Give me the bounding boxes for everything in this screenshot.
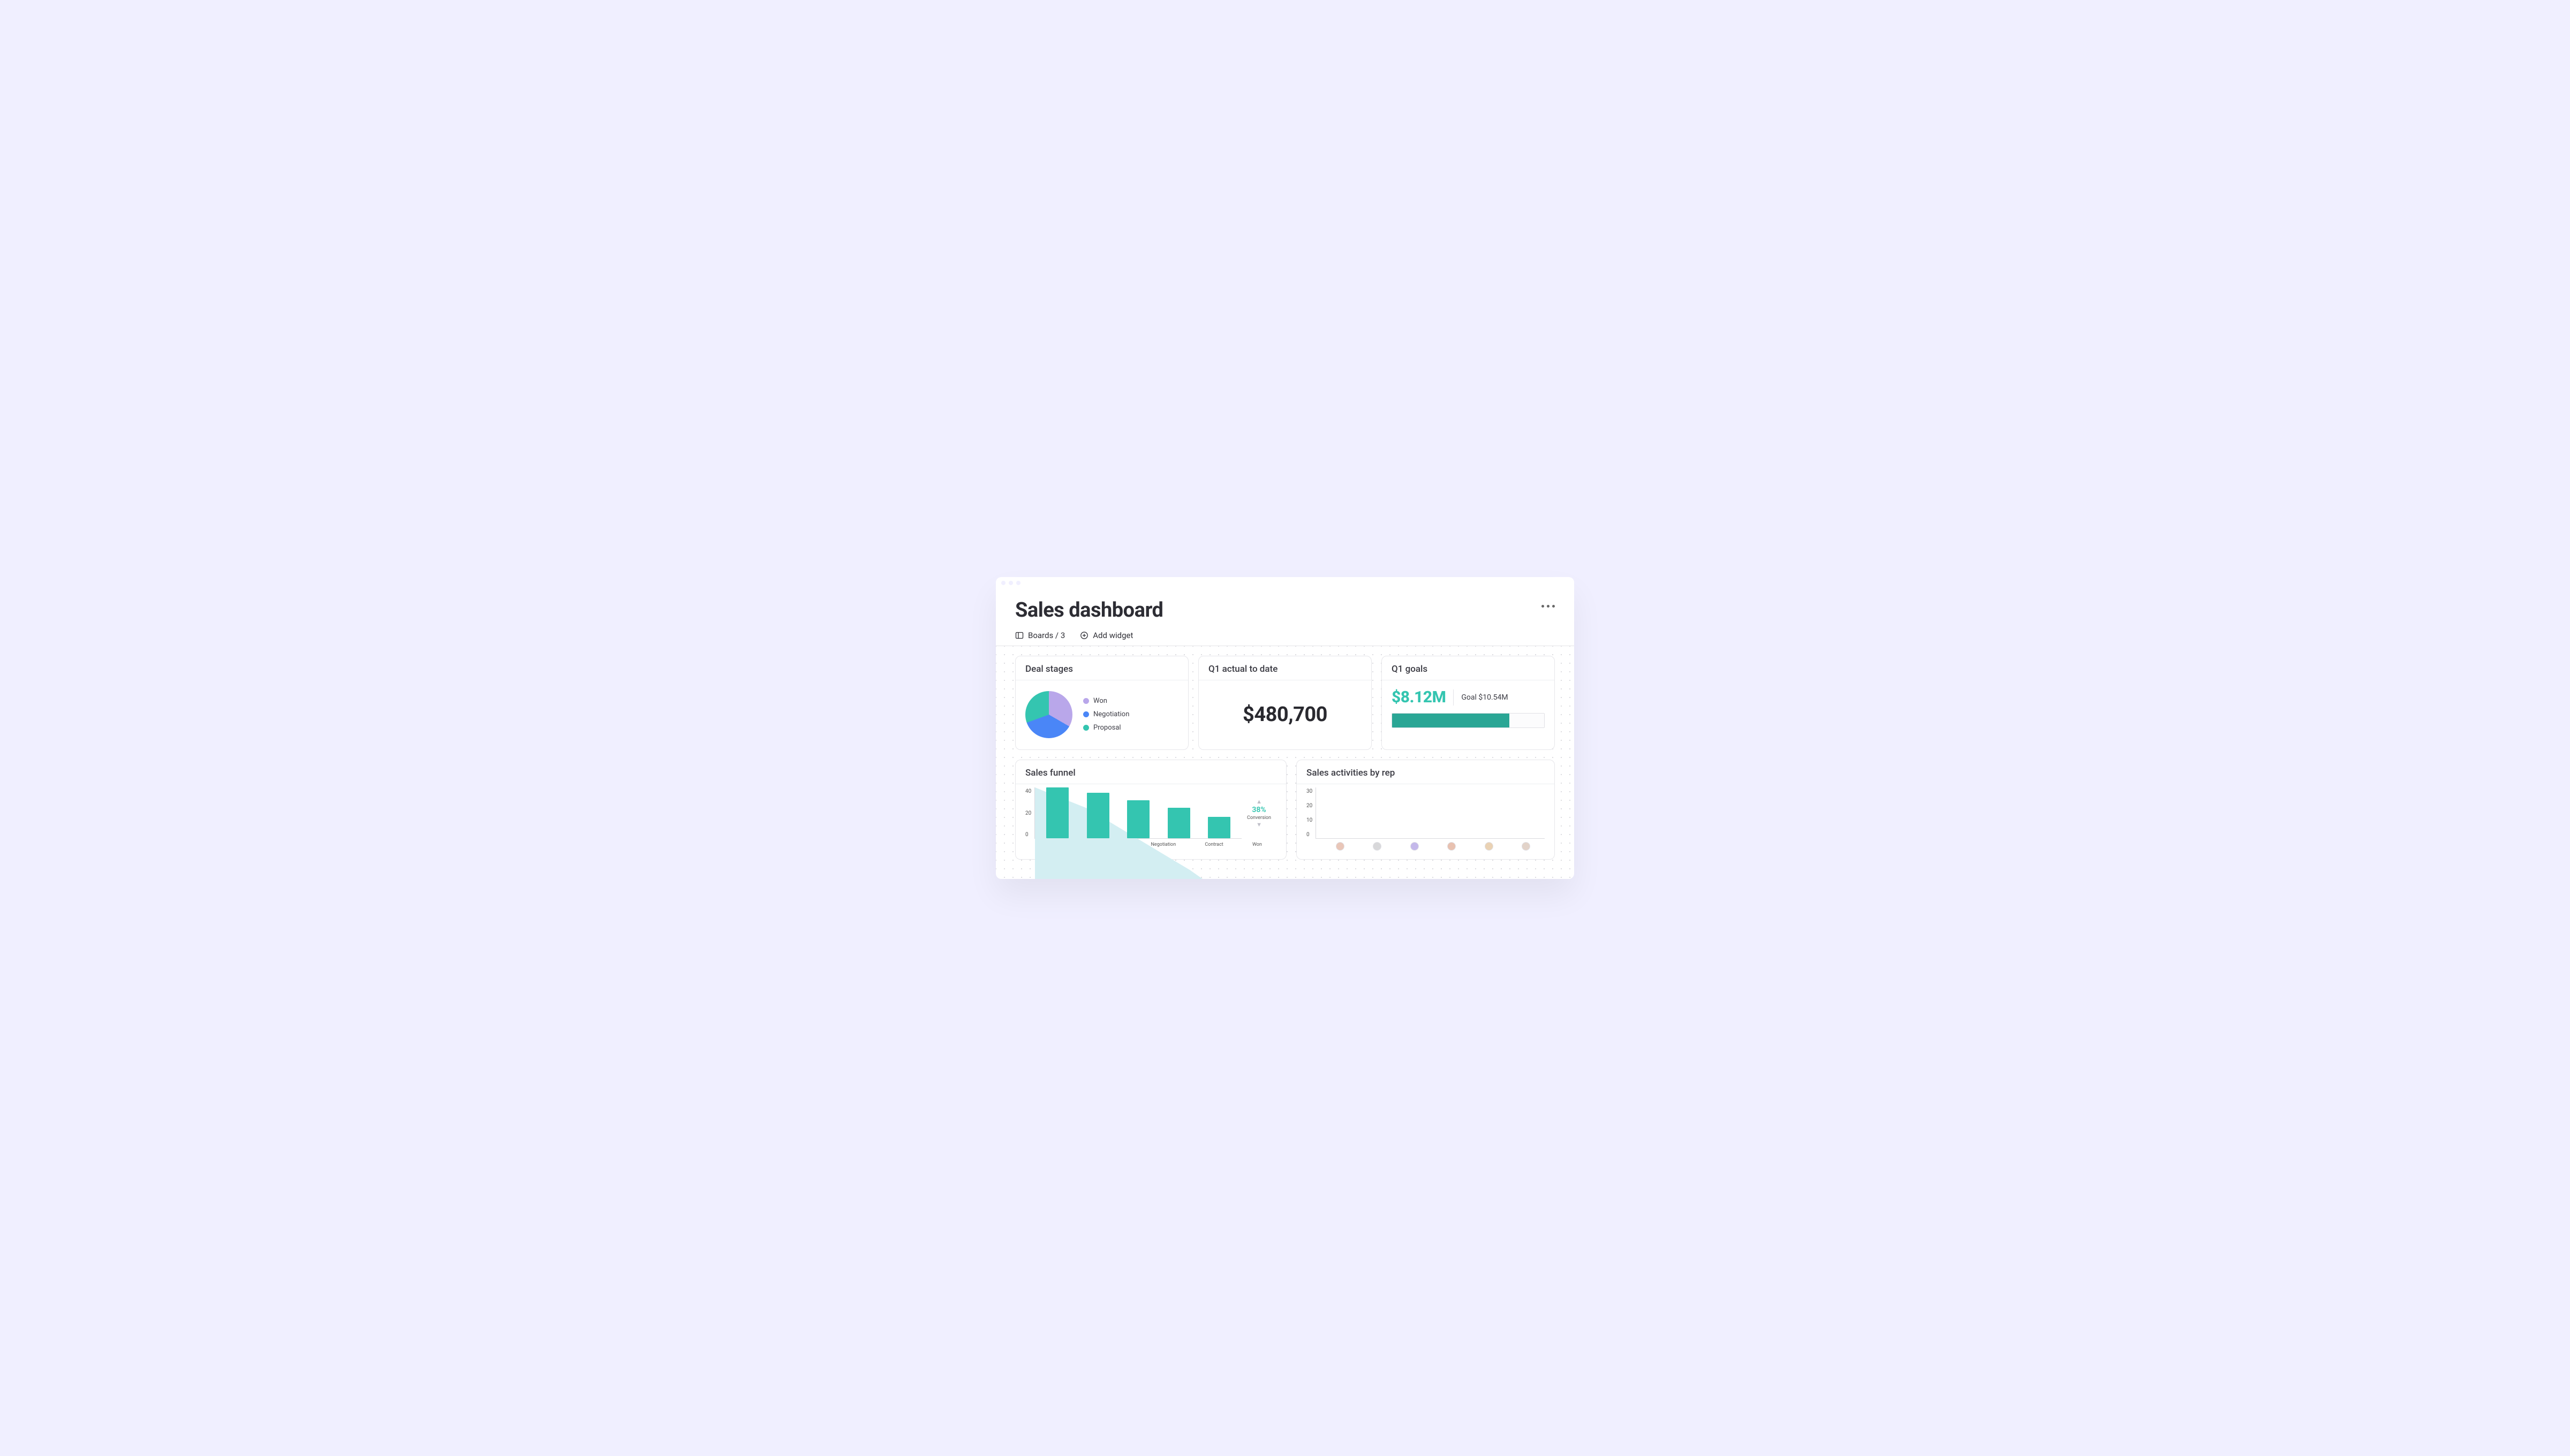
dashboard-canvas: Deal stages Won Negotiation Proposal Q1 …	[996, 646, 1574, 879]
q1-goals-actual: $8.12M	[1392, 688, 1446, 707]
avatar	[1373, 842, 1381, 851]
pie-legend: Won Negotiation Proposal	[1083, 697, 1129, 732]
card-title: Q1 actual to date	[1199, 656, 1371, 680]
card-sales-funnel[interactable]: Sales funnel 40200 ▲	[1015, 760, 1287, 860]
avatar	[1410, 842, 1419, 851]
page-title: Sales dashboard	[1015, 598, 1163, 622]
card-title: Sales activities by rep	[1297, 760, 1554, 784]
boards-button[interactable]: Boards / 3	[1015, 631, 1065, 640]
avatar	[1336, 842, 1344, 851]
conversion-indicator: ▲ 38% Conversion ▼	[1242, 787, 1276, 839]
funnel-bar	[1046, 787, 1069, 838]
arrow-up-icon: ▲	[1247, 799, 1271, 805]
legend-label: Negotiation	[1093, 710, 1129, 718]
deal-stages-pie-chart	[1025, 691, 1072, 738]
swatch-negotiation	[1083, 711, 1089, 717]
card-sales-activities[interactable]: Sales activities by rep 3020100	[1296, 760, 1555, 860]
panel-icon	[1015, 631, 1024, 640]
card-q1-goals[interactable]: Q1 goals $8.12M Goal $10.54M	[1381, 656, 1555, 750]
card-deal-stages[interactable]: Deal stages Won Negotiation Proposal	[1015, 656, 1189, 750]
more-menu-button[interactable]	[1541, 598, 1555, 608]
activities-chart	[1316, 787, 1545, 839]
window-titlebar	[996, 577, 1574, 589]
q1-actual-value: $480,700	[1208, 688, 1362, 741]
q1-goals-target: Goal $10.54M	[1461, 693, 1508, 702]
swatch-won	[1083, 698, 1089, 704]
window-dot	[1001, 581, 1006, 585]
add-widget-label: Add widget	[1093, 631, 1133, 640]
avatar	[1485, 842, 1493, 851]
card-title: Q1 goals	[1382, 656, 1554, 680]
funnel-y-axis: 40200	[1025, 787, 1034, 839]
toolbar: Boards / 3 Add widget	[996, 622, 1574, 646]
swatch-proposal	[1083, 725, 1089, 731]
card-title: Deal stages	[1016, 656, 1188, 680]
plus-circle-icon	[1080, 631, 1089, 640]
card-q1-actual[interactable]: Q1 actual to date $480,700	[1198, 656, 1372, 750]
conversion-label: Conversion	[1247, 815, 1271, 821]
card-title: Sales funnel	[1016, 760, 1286, 784]
add-widget-button[interactable]: Add widget	[1080, 631, 1133, 640]
q1-progress-bar	[1392, 713, 1545, 728]
funnel-bar	[1087, 793, 1109, 839]
avatar	[1447, 842, 1456, 851]
legend-label: Proposal	[1093, 724, 1121, 732]
divider	[1453, 689, 1454, 706]
avatar	[1522, 842, 1530, 851]
window-dot	[1009, 581, 1013, 585]
funnel-chart	[1034, 787, 1242, 839]
conversion-pct: 38%	[1247, 806, 1271, 814]
app-window: Sales dashboard Boards / 3 Add widget	[996, 577, 1574, 879]
boards-label: Boards / 3	[1028, 631, 1065, 640]
activities-y-axis: 3020100	[1306, 787, 1316, 839]
funnel-bar	[1127, 800, 1150, 838]
window-dot	[1016, 581, 1021, 585]
funnel-bar	[1168, 808, 1190, 838]
q1-progress-fill	[1392, 714, 1509, 727]
funnel-bar	[1208, 817, 1230, 838]
arrow-down-icon: ▼	[1247, 822, 1271, 828]
rep-avatars	[1306, 839, 1545, 851]
legend-label: Won	[1093, 697, 1107, 705]
